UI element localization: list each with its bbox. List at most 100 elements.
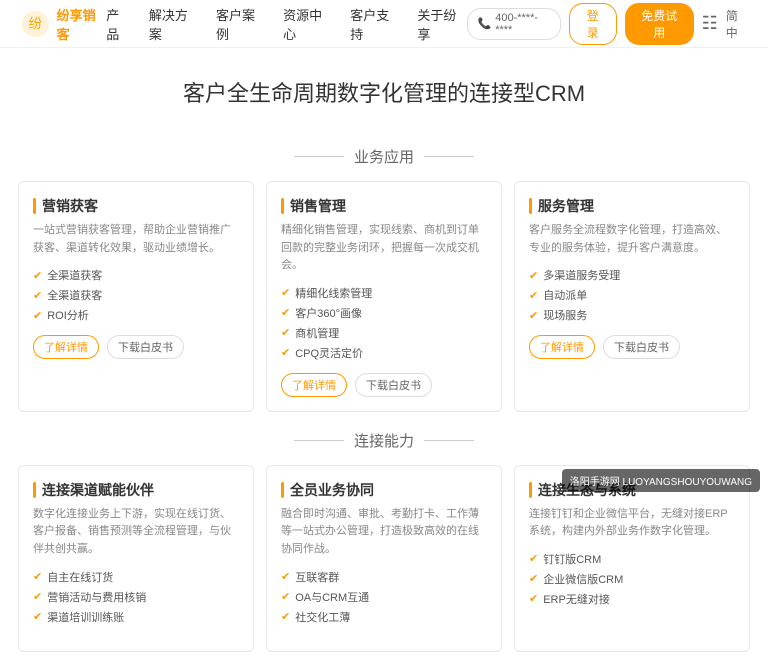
card-title: 连接渠道赋能伙伴 [42, 480, 154, 500]
section-connect-label: 连接能力 [354, 430, 414, 451]
check-icon: ✔ [33, 289, 42, 302]
feature-text: 商机管理 [295, 325, 339, 341]
business-cards-grid: 营销获客 一站式营销获客管理，帮助企业营销推广获客、渠道转化效果，驱动业绩增长。… [0, 181, 768, 422]
feature-item: ✔ 自动派单 [529, 285, 735, 305]
card-features: ✔ 自主在线订货 ✔ 营销活动与费用核销 ✔ 渠道培训训练账 [33, 567, 239, 627]
card-ecosystem: 连接生态与系统 连接钉钉和企业微信平台，无缝对接ERP系统，构建内外部业务作数字… [514, 465, 750, 652]
card-title: 服务管理 [538, 196, 594, 216]
feature-text: ERP无缝对接 [543, 591, 610, 607]
check-icon: ✔ [33, 610, 42, 623]
card-desc: 融合即时沟通、审批、考勤打卡、工作薄等一站式办公管理，打造极致高效的在线协同作战… [281, 506, 487, 559]
card-collaboration: 全员业务协同 融合即时沟通、审批、考勤打卡、工作薄等一站式办公管理，打造极致高效… [266, 465, 502, 652]
card-header: 营销获客 [33, 196, 239, 216]
feature-item: ✔ 营销活动与费用核销 [33, 587, 239, 607]
qr-icon[interactable]: ☷ [702, 13, 718, 34]
feature-text: 自动派单 [543, 287, 587, 303]
nav-item-cases[interactable]: 客户案例 [216, 5, 265, 43]
logo-icon: 纷 [20, 8, 51, 40]
card-desc: 连接钉钉和企业微信平台，无缝对接ERP系统，构建内外部业务作数字化管理。 [529, 506, 735, 541]
feature-text: CPQ灵活定价 [295, 345, 363, 361]
check-icon: ✔ [33, 269, 42, 282]
card-actions: 了解详情 下载白皮书 [33, 335, 239, 359]
card-header: 服务管理 [529, 196, 735, 216]
detail-button[interactable]: 了解详情 [281, 373, 347, 397]
whitepaper-button[interactable]: 下载白皮书 [355, 373, 432, 397]
phone-icon: 📞 [478, 17, 492, 30]
lang-text[interactable]: 简中 [726, 7, 748, 41]
feature-text: 营销活动与费用核销 [47, 589, 146, 605]
feature-item: ✔ 渠道培训训练账 [33, 607, 239, 627]
feature-text: 钉钉版CRM [543, 551, 601, 567]
card-bar [33, 198, 36, 214]
nav-item-solution[interactable]: 解决方案 [149, 5, 198, 43]
feature-text: 现场服务 [543, 307, 587, 323]
card-channel: 连接渠道赋能伙伴 数字化连接业务上下游，实现在线订货、客户报备、销售预测等全流程… [18, 465, 254, 652]
check-icon: ✔ [33, 570, 42, 583]
card-header: 全员业务协同 [281, 480, 487, 500]
phone-number: 400-****-**** [495, 12, 549, 36]
svg-text:纷: 纷 [29, 15, 42, 30]
section-business-title: 业务应用 [0, 146, 768, 167]
check-icon: ✔ [529, 269, 538, 282]
logo[interactable]: 纷 纷享销客 [20, 5, 106, 43]
card-header: 连接生态与系统 [529, 480, 735, 500]
feature-item: ✔ 全渠道获客 [33, 285, 239, 305]
nav-links: 产品 解决方案 客户案例 资源中心 客户支持 关于纷享 [106, 5, 466, 43]
section-connect-title: 连接能力 [0, 430, 768, 451]
feature-item: ✔ 互联客群 [281, 567, 487, 587]
feature-item: ✔ 社交化工薄 [281, 607, 487, 627]
nav-item-product[interactable]: 产品 [106, 5, 131, 43]
card-features: ✔ 多渠道服务受理 ✔ 自动派单 ✔ 现场服务 [529, 265, 735, 325]
card-title: 全员业务协同 [290, 480, 374, 500]
card-features: ✔ 钉钉版CRM ✔ 企业微信版CRM ✔ ERP无缝对接 [529, 549, 735, 609]
feature-item: ✔ CPQ灵活定价 [281, 343, 487, 363]
feature-item: ✔ 全渠道获客 [33, 265, 239, 285]
feature-text: 全渠道获客 [47, 267, 102, 283]
nav-item-about[interactable]: 关于纷享 [417, 5, 466, 43]
check-icon: ✔ [281, 346, 290, 359]
whitepaper-button[interactable]: 下载白皮书 [603, 335, 680, 359]
check-icon: ✔ [529, 309, 538, 322]
hero-section: 客户全生命周期数字化管理的连接型CRM [0, 48, 768, 140]
card-title: 销售管理 [290, 196, 346, 216]
check-icon: ✔ [281, 610, 290, 623]
card-desc: 一站式营销获客管理，帮助企业营销推广获客、渠道转化效果，驱动业绩增长。 [33, 222, 239, 257]
card-features: ✔ 全渠道获客 ✔ 全渠道获客 ✔ ROI分析 [33, 265, 239, 325]
nav-item-resources[interactable]: 资源中心 [283, 5, 332, 43]
trial-button[interactable]: 免费试用 [625, 3, 694, 45]
feature-text: 自主在线订货 [47, 569, 113, 585]
check-icon: ✔ [529, 572, 538, 585]
feature-item: ✔ 多渠道服务受理 [529, 265, 735, 285]
nav-item-support[interactable]: 客户支持 [350, 5, 399, 43]
check-icon: ✔ [281, 286, 290, 299]
card-desc: 精细化销售管理，实现线索、商机到订单回款的完整业务闭环，把握每一次成交机会。 [281, 222, 487, 275]
check-icon: ✔ [33, 309, 42, 322]
feature-text: 多渠道服务受理 [543, 267, 620, 283]
check-icon: ✔ [529, 552, 538, 565]
navbar: 纷 纷享销客 产品 解决方案 客户案例 资源中心 客户支持 关于纷享 📞 400… [0, 0, 768, 48]
phone-button[interactable]: 📞 400-****-**** [467, 8, 561, 40]
detail-button[interactable]: 了解详情 [529, 335, 595, 359]
feature-text: 企业微信版CRM [543, 571, 623, 587]
login-button[interactable]: 登录 [569, 3, 617, 45]
feature-item: ✔ 客户360°画像 [281, 303, 487, 323]
feature-item: ✔ 钉钉版CRM [529, 549, 735, 569]
card-bar [281, 482, 284, 498]
check-icon: ✔ [281, 306, 290, 319]
check-icon: ✔ [33, 590, 42, 603]
section-business-label: 业务应用 [354, 146, 414, 167]
card-header: 销售管理 [281, 196, 487, 216]
feature-text: 全渠道获客 [47, 287, 102, 303]
card-header: 连接渠道赋能伙伴 [33, 480, 239, 500]
card-bar [281, 198, 284, 214]
card-desc: 客户服务全流程数字化管理，打造高效、专业的服务体验，提升客户满意度。 [529, 222, 735, 257]
card-actions: 了解详情 下载白皮书 [281, 373, 487, 397]
feature-text: 互联客群 [295, 569, 339, 585]
feature-text: 社交化工薄 [295, 609, 350, 625]
detail-button[interactable]: 了解详情 [33, 335, 99, 359]
whitepaper-button[interactable]: 下载白皮书 [107, 335, 184, 359]
feature-item: ✔ OA与CRM互通 [281, 587, 487, 607]
card-title: 营销获客 [42, 196, 98, 216]
check-icon: ✔ [281, 590, 290, 603]
check-icon: ✔ [529, 592, 538, 605]
